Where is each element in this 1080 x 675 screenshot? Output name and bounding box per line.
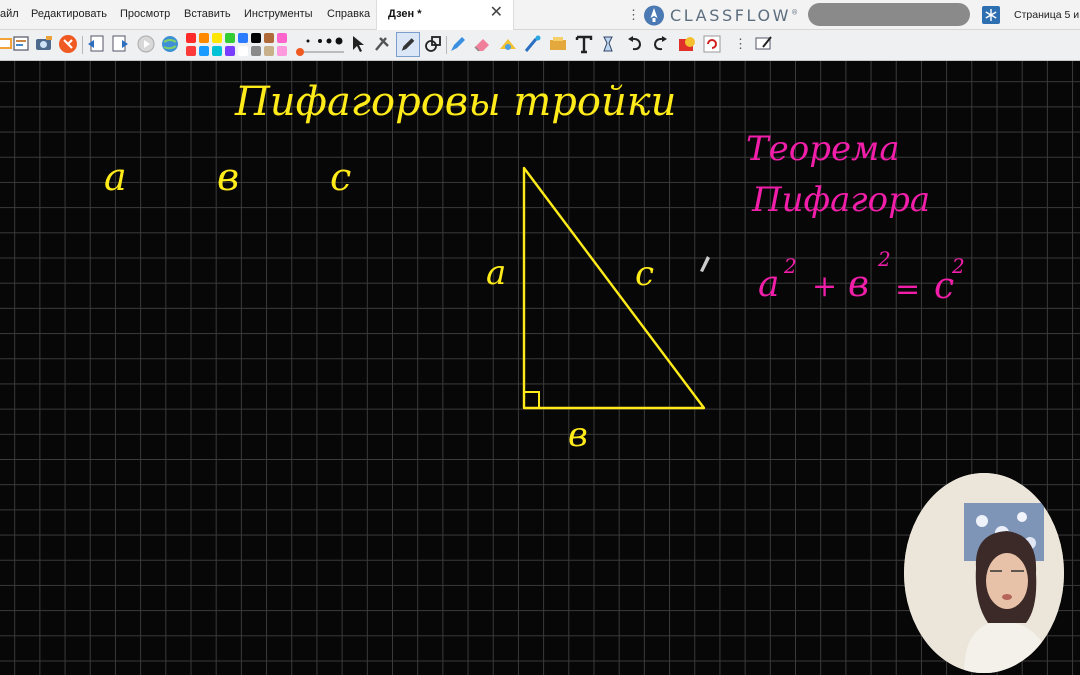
menu-file[interactable]: айл (0, 8, 19, 20)
magic-ink-icon[interactable] (523, 34, 543, 54)
column-header-b: в (217, 155, 239, 199)
swatch-blue[interactable] (238, 33, 248, 43)
right-angle-mark (524, 391, 540, 408)
spotlight-icon[interactable] (498, 34, 518, 54)
side-label-c: c (635, 254, 654, 294)
swatch-orange[interactable] (199, 33, 209, 43)
swatch-white[interactable] (238, 46, 248, 56)
close-tab-icon[interactable]: ✕ (490, 4, 503, 22)
clear-icon[interactable] (548, 34, 568, 54)
desktop-annotate-icon[interactable] (754, 34, 774, 54)
pen-icon (401, 38, 415, 51)
theorem-title-line2: Пифагора (751, 180, 930, 220)
menu-view[interactable]: Просмотр (120, 8, 170, 20)
prev-page-icon[interactable] (86, 34, 106, 54)
refresh-icon[interactable] (702, 34, 722, 54)
toolbar-separator (446, 36, 447, 54)
brand-mark: ® (791, 8, 799, 17)
swatch-violet[interactable] (225, 46, 235, 56)
page-indicator: Страница 5 и (1014, 9, 1080, 21)
menu-edit[interactable]: Редактировать (31, 8, 107, 20)
classflow-brand: CLASSFLOW® (670, 6, 798, 25)
record-icon[interactable] (136, 34, 156, 54)
highlighter-icon[interactable] (448, 34, 468, 54)
formula-a: a (758, 264, 779, 305)
formula-b: в (848, 264, 869, 305)
page-sorter-icon[interactable] (982, 6, 1000, 24)
fill-icon[interactable] (372, 34, 392, 54)
theorem-title-line1: Теорема (746, 129, 900, 169)
brand-name: CLASSFLOW (670, 6, 792, 25)
menu-insert[interactable]: Вставить (184, 8, 231, 20)
swatch-yellow[interactable] (212, 33, 222, 43)
select-icon[interactable] (348, 34, 368, 54)
account-button[interactable] (808, 3, 970, 26)
connector-icon[interactable] (598, 34, 618, 54)
swatch-light-pink[interactable] (277, 46, 287, 56)
page-title: Пифагоровы тройки (234, 79, 676, 125)
side-label-a: a (486, 253, 506, 293)
next-page-icon[interactable] (110, 34, 130, 54)
menu-tools[interactable]: Инструменты (244, 8, 313, 20)
swatch-cyan[interactable] (212, 46, 222, 56)
kebab-menu-icon[interactable]: ⋮ (627, 7, 640, 23)
pen-width-slider[interactable] (294, 33, 348, 59)
formula-plus: + (812, 269, 837, 304)
column-header-c: c (330, 155, 351, 199)
eraser-icon[interactable] (472, 34, 492, 54)
text-icon[interactable] (574, 34, 594, 54)
globe-icon[interactable] (160, 34, 180, 54)
snowflake-icon (985, 9, 997, 21)
swatch-black[interactable] (251, 33, 261, 43)
right-triangle (522, 166, 706, 410)
redo-icon[interactable] (650, 34, 670, 54)
swatch-red-2[interactable] (186, 46, 196, 56)
column-header-a: a (104, 155, 127, 199)
pen-tool-active[interactable] (396, 32, 420, 57)
swatch-brown[interactable] (264, 33, 274, 43)
menu-help[interactable]: Справка (327, 8, 370, 20)
swatch-sky[interactable] (199, 46, 209, 56)
main-toolbar: ⋮ (0, 30, 1080, 61)
swatch-pink[interactable] (277, 33, 287, 43)
side-label-b: в (568, 415, 588, 455)
formula-c-exponent: 2 (951, 254, 965, 278)
formula-b-exponent: 2 (877, 247, 891, 271)
document-tab[interactable]: Дзен * ✕ (376, 0, 514, 30)
swatch-tan[interactable] (264, 46, 274, 56)
formula-equals: = (895, 272, 920, 307)
toolbar-more-icon[interactable]: ⋮ (734, 36, 747, 52)
presenter-face (986, 553, 1028, 609)
pythagorean-formula: a 2 + в 2 = c 2 (758, 247, 965, 307)
shapes-icon[interactable] (423, 34, 443, 54)
toolbar-separator (82, 36, 83, 54)
formula-a-exponent: 2 (783, 254, 797, 278)
menu-bar: айл Редактировать Просмотр Вставить Инст… (0, 0, 1080, 30)
pen-cursor-icon (700, 256, 710, 272)
color-palette (186, 33, 292, 59)
classflow-logo-icon (644, 5, 664, 26)
swatch-gray[interactable] (251, 46, 261, 56)
presenter-webcam (904, 473, 1064, 673)
presenter-video (904, 473, 1064, 673)
stop-icon[interactable] (58, 34, 78, 54)
document-tab-label: Дзен * (388, 8, 422, 20)
reset-icon[interactable] (677, 34, 697, 54)
swatch-green[interactable] (225, 33, 235, 43)
camera-icon[interactable] (34, 34, 54, 54)
swatch-red[interactable] (186, 33, 196, 43)
undo-icon[interactable] (625, 34, 645, 54)
flipchart-icon[interactable] (11, 34, 31, 54)
